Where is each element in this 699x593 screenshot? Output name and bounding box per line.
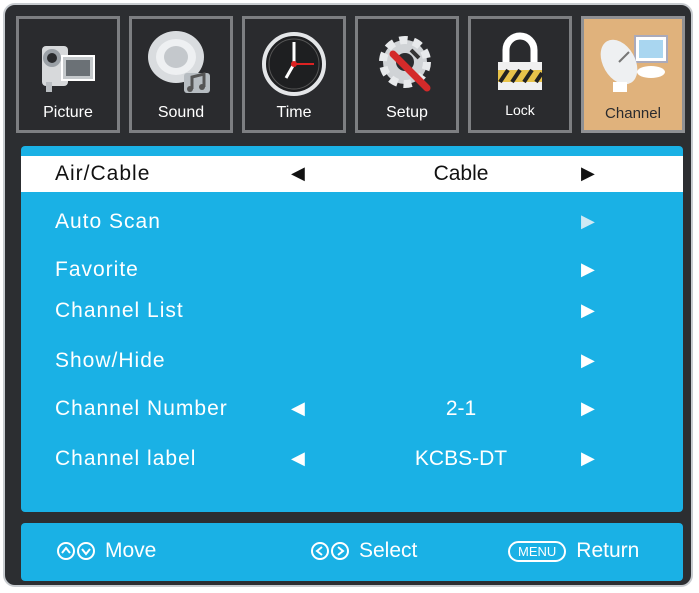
right-arrow-icon[interactable]: ▶: [581, 163, 595, 184]
right-arrow-icon[interactable]: ▶: [581, 398, 595, 419]
left-arrow-icon[interactable]: ◀: [291, 448, 305, 469]
right-arrow-icon[interactable]: ▶: [581, 211, 595, 232]
menu-item-label: Show/Hide: [55, 349, 166, 372]
tab-label: Time: [276, 104, 312, 121]
up-down-buttons-icon: [57, 542, 95, 560]
move-label: Move: [105, 539, 157, 562]
right-arrow-icon[interactable]: ▶: [581, 448, 595, 469]
menu-item-label: Air/Cable: [55, 162, 151, 185]
help-bar: Move Select MENU Return: [21, 523, 683, 581]
left-right-buttons-icon: [311, 542, 349, 560]
return-label: Return: [576, 539, 640, 562]
tab-label: Channel: [605, 105, 661, 122]
menu-item-show-hide[interactable]: Show/Hide ▶: [21, 343, 683, 379]
left-arrow-icon[interactable]: ◀: [291, 398, 305, 419]
tab-setup[interactable]: Setup: [355, 16, 459, 133]
menu-item-value: 2-1: [445, 397, 477, 420]
left-arrow-icon[interactable]: ◀: [291, 163, 305, 184]
tab-channel[interactable]: Channel: [581, 16, 685, 133]
tab-lock[interactable]: Lock: [468, 16, 572, 133]
menu-item-label: Channel Number: [55, 397, 228, 420]
return-hint: MENU Return: [508, 539, 639, 563]
tab-label: Sound: [157, 104, 205, 121]
gear-wrench-icon: [358, 27, 456, 101]
menu-item-label: Favorite: [55, 258, 139, 281]
right-arrow-icon[interactable]: ▶: [581, 350, 595, 371]
clock-icon: [245, 27, 343, 101]
menu-item-channel-number[interactable]: Channel Number ◀ 2-1 ▶: [21, 391, 683, 427]
menu-key-icon: MENU: [508, 540, 567, 562]
right-arrow-icon[interactable]: ▶: [581, 300, 595, 321]
menu-item-value: KCBS-DT: [414, 447, 508, 470]
menu-item-channel-label[interactable]: Channel label ◀ KCBS-DT ▶: [21, 441, 683, 477]
tab-bar: Picture Sound Time Setup Lock Channel: [16, 16, 685, 134]
tab-label: Lock: [505, 102, 535, 118]
tab-time[interactable]: Time: [242, 16, 346, 133]
lock-icon: [471, 27, 569, 101]
move-hint: Move: [57, 539, 156, 563]
menu-item-label: Auto Scan: [55, 210, 161, 233]
tab-label: Setup: [386, 104, 428, 121]
menu-item-air-cable[interactable]: Air/Cable ◀ Cable ▶: [21, 156, 683, 192]
menu-item-channel-list[interactable]: Channel List ▶: [21, 293, 683, 329]
satellite-dish-icon: [584, 27, 682, 101]
camera-icon: [19, 27, 117, 101]
menu-item-value: Cable: [433, 162, 489, 185]
menu-item-label: Channel List: [55, 299, 184, 322]
right-arrow-icon[interactable]: ▶: [581, 259, 595, 280]
menu-item-auto-scan[interactable]: Auto Scan ▶: [21, 204, 683, 240]
select-label: Select: [359, 539, 418, 562]
menu-item-favorite[interactable]: Favorite ▶: [21, 252, 683, 288]
select-hint: Select: [311, 539, 417, 563]
tab-label: Picture: [43, 104, 93, 121]
channel-menu-panel: Air/Cable ◀ Cable ▶ Auto Scan ▶ Favorite…: [21, 146, 683, 512]
tab-picture[interactable]: Picture: [16, 16, 120, 133]
menu-item-label: Channel label: [55, 447, 197, 470]
speaker-icon: [132, 27, 230, 101]
tab-sound[interactable]: Sound: [129, 16, 233, 133]
